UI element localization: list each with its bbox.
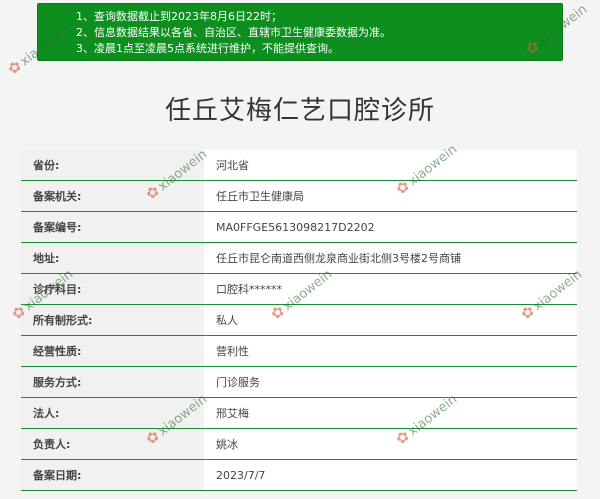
row-value: 河北省	[204, 150, 577, 180]
row-value: 姚冰	[204, 429, 577, 459]
row-label: 省份:	[21, 150, 204, 180]
row-value: 门诊服务	[204, 367, 577, 397]
notice-banner: 1、查询数据截止到2023年8月6日22时； 2、信息数据结果以各省、自治区、直…	[37, 3, 563, 61]
record-table: 省份: 河北省 备案机关: 任丘市卫生健康局 备案编号: MA0FFGE5613…	[21, 150, 577, 491]
row-value: 2023/7/7	[204, 460, 577, 490]
row-label: 服务方式:	[21, 367, 204, 397]
table-row-address: 地址: 任丘市昆仑南道西侧龙泉商业街北侧3号楼2号商铺	[21, 243, 577, 274]
table-row-province: 省份: 河北省	[21, 150, 577, 181]
table-row-service-type: 服务方式: 门诊服务	[21, 367, 577, 398]
row-label: 备案日期:	[21, 460, 204, 490]
row-value: 任丘市昆仑南道西侧龙泉商业街北侧3号楼2号商铺	[204, 243, 577, 273]
table-row-ownership: 所有制形式: 私人	[21, 305, 577, 336]
page-title: 任丘艾梅仁艺口腔诊所	[164, 96, 435, 126]
table-row-subjects: 诊疗科目: 口腔科******	[21, 274, 577, 305]
row-value: 私人	[204, 305, 577, 335]
row-label: 所有制形式:	[21, 305, 204, 335]
row-label: 法人:	[21, 398, 204, 428]
table-row-legal-person: 法人: 邢艾梅	[21, 398, 577, 429]
row-label: 经营性质:	[21, 336, 204, 366]
notice-line-1: 1、查询数据截止到2023年8月6日22时；	[76, 10, 282, 23]
notice-line-2: 2、信息数据结果以各省、自治区、直辖市卫生健康委数据为准。	[76, 26, 391, 39]
table-row-person-in-charge: 负责人: 姚冰	[21, 429, 577, 460]
table-row-record-number: 备案编号: MA0FFGE5613098217D2202	[21, 212, 577, 243]
row-value: MA0FFGE5613098217D2202	[204, 212, 577, 242]
row-value: 邢艾梅	[204, 398, 577, 428]
row-label: 地址:	[21, 243, 204, 273]
notice-line-3: 3、凌晨1点至凌晨5点系统进行维护，不能提供查询。	[76, 42, 339, 55]
row-value: 口腔科******	[204, 274, 577, 304]
watermark-flower-icon: ✿	[4, 56, 26, 79]
row-label: 备案机关:	[21, 181, 204, 211]
row-label: 备案编号:	[21, 212, 204, 242]
table-row-record-date: 备案日期: 2023/7/7	[21, 460, 577, 491]
row-value: 任丘市卫生健康局	[204, 181, 577, 211]
table-row-authority: 备案机关: 任丘市卫生健康局	[21, 181, 577, 212]
row-label: 诊疗科目:	[21, 274, 204, 304]
row-value: 营利性	[204, 336, 577, 366]
row-label: 负责人:	[21, 429, 204, 459]
table-row-business-nature: 经营性质: 营利性	[21, 336, 577, 367]
